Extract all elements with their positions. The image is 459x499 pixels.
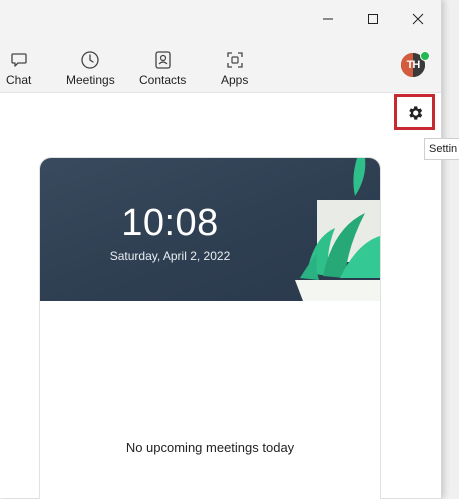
tab-apps[interactable]: Apps — [221, 50, 248, 87]
tab-meetings-label: Meetings — [66, 73, 115, 87]
plant-illustration — [295, 158, 380, 301]
maximize-button[interactable] — [350, 0, 396, 38]
app-window: Chat Meetings Contacts Apps TH 10:08 Sat… — [0, 0, 442, 499]
maximize-icon — [368, 14, 378, 24]
minimize-button[interactable] — [305, 0, 351, 38]
tab-chat-label: Chat — [6, 73, 32, 87]
tab-apps-label: Apps — [221, 73, 249, 87]
close-button[interactable] — [395, 0, 441, 38]
home-hero-banner: 10:08 Saturday, April 2, 2022 — [40, 158, 380, 301]
no-meetings-message: No upcoming meetings today — [125, 440, 295, 455]
minimize-icon — [323, 18, 333, 20]
close-icon — [412, 13, 424, 25]
contact-card-icon — [153, 50, 173, 70]
home-card: 10:08 Saturday, April 2, 2022 No upcomin… — [39, 157, 381, 499]
settings-highlight-box — [394, 94, 435, 130]
tab-meetings[interactable]: Meetings — [66, 50, 115, 87]
main-toolbar: Chat Meetings Contacts Apps — [0, 38, 441, 93]
tab-contacts[interactable]: Contacts — [139, 50, 186, 87]
title-bar — [0, 0, 441, 38]
apps-icon — [225, 50, 245, 70]
presence-status-dot — [420, 51, 430, 61]
current-time: 10:08 — [121, 202, 219, 244]
settings-tooltip: Settin — [424, 138, 459, 160]
tab-chat[interactable]: Chat — [6, 50, 31, 87]
tab-contacts-label: Contacts — [139, 73, 187, 87]
current-date: Saturday, April 2, 2022 — [109, 249, 231, 263]
chat-bubble-icon — [10, 50, 28, 70]
clock-icon — [80, 50, 100, 70]
